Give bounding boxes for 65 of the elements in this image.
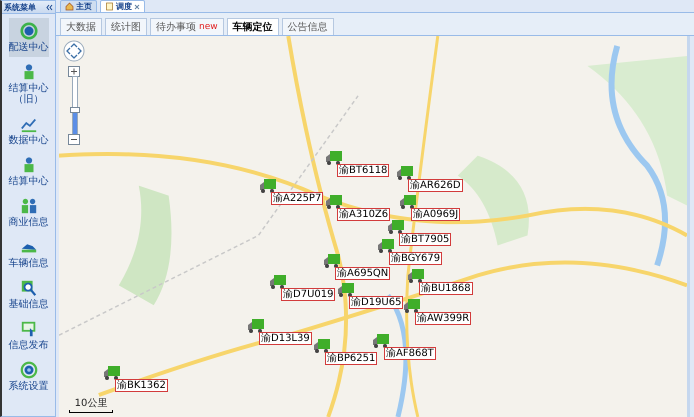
sidebar-item[interactable]: 基础信息	[8, 275, 48, 314]
menu-icon	[20, 197, 38, 215]
zoom-handle[interactable]	[70, 106, 80, 113]
menu-icon	[20, 361, 38, 379]
truck-icon[interactable]	[337, 282, 355, 298]
tab[interactable]: 待办事项 new	[150, 18, 224, 35]
plate-label[interactable]: 渝AW399R	[415, 312, 472, 325]
home-icon	[65, 2, 74, 11]
panel-title: 系统菜单	[4, 2, 36, 12]
truck-icon[interactable]	[407, 268, 425, 284]
sidebar-item[interactable]: 系统设置	[8, 357, 48, 396]
truck-icon[interactable]	[103, 365, 121, 381]
truck-icon[interactable]	[325, 194, 343, 210]
tab[interactable]: 公告信息	[282, 18, 334, 35]
menu-icon	[20, 320, 38, 338]
sidebar-item[interactable]: 信息发布	[8, 316, 48, 355]
document-icon	[105, 2, 114, 11]
truck-icon[interactable]	[313, 338, 331, 354]
plate-label[interactable]: 渝AR626D	[408, 179, 463, 192]
plate-label[interactable]: 渝D13L39	[259, 332, 312, 345]
close-icon[interactable]	[134, 4, 140, 10]
pan-control[interactable]	[63, 40, 85, 62]
truck-icon[interactable]	[387, 219, 405, 235]
plate-label[interactable]: 渝BK1362	[115, 379, 168, 392]
truck-icon[interactable]	[259, 178, 277, 194]
collapse-icon[interactable]	[46, 4, 53, 10]
zoom-out-icon[interactable]	[68, 134, 80, 145]
plate-label[interactable]: 渝A0969J	[411, 208, 460, 221]
tab[interactable]: 车辆定位	[226, 18, 279, 35]
truck-icon[interactable]	[325, 150, 343, 166]
truck-icon[interactable]	[399, 194, 417, 210]
plate-label[interactable]: 渝BP6251	[325, 352, 378, 365]
menu-icon	[20, 22, 38, 40]
plate-label[interactable]: 渝BGY679	[389, 252, 442, 265]
tab[interactable]: 大数据	[60, 18, 102, 35]
plate-label[interactable]: 渝BT6118	[337, 164, 390, 177]
sidebar-item[interactable]: 结算中心（旧）	[8, 59, 48, 109]
plate-label[interactable]: 渝AF868T	[384, 347, 436, 360]
tab[interactable]: 统计图	[105, 18, 147, 35]
truck-icon[interactable]	[269, 274, 287, 290]
plate-label[interactable]: 渝A310Z6	[337, 208, 390, 221]
sidebar-item[interactable]: 结算中心	[8, 152, 48, 191]
plate-label[interactable]: 渝D19U65	[349, 296, 404, 309]
plate-label[interactable]: 渝BU1868	[419, 282, 473, 295]
sidebar-item[interactable]: 车辆信息	[8, 234, 48, 273]
new-label: new	[199, 22, 218, 32]
zoom-in-icon[interactable]	[68, 66, 80, 77]
menu-icon	[20, 279, 38, 297]
plate-label[interactable]: 渝A225P7	[271, 192, 324, 205]
plate-label[interactable]: 渝A695QN	[335, 267, 390, 280]
plate-label[interactable]: 渝D7U019	[281, 288, 336, 301]
page-tab[interactable]: 调度	[100, 0, 145, 12]
truck-icon[interactable]	[377, 238, 395, 254]
sidebar-item[interactable]: 商业信息	[8, 193, 48, 232]
page-tab[interactable]: 主页	[60, 0, 97, 12]
truck-icon[interactable]	[372, 333, 390, 349]
truck-icon[interactable]	[403, 298, 421, 314]
sidebar-item[interactable]: 配送中心	[8, 18, 48, 57]
zoom-slider[interactable]	[72, 76, 78, 136]
truck-icon[interactable]	[323, 253, 341, 269]
truck-icon[interactable]	[247, 318, 265, 334]
plate-label[interactable]: 渝BT7905	[399, 233, 452, 246]
truck-icon[interactable]	[396, 165, 414, 181]
sidebar-item[interactable]: 数据中心	[8, 111, 48, 150]
scale-bar: 10公里	[69, 396, 113, 413]
